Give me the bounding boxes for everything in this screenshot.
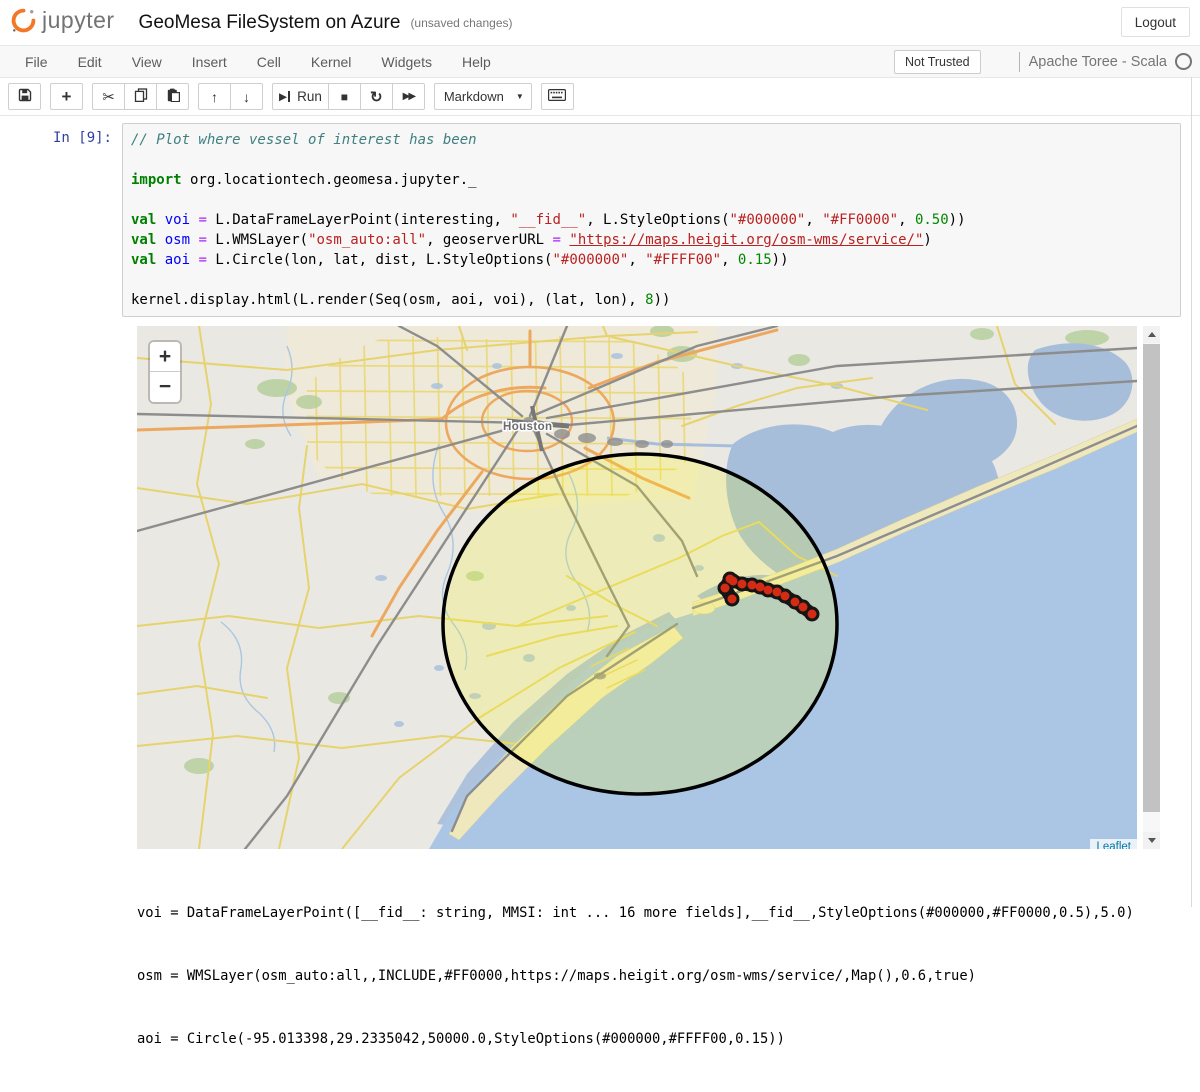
logout-button[interactable]: Logout: [1121, 7, 1190, 37]
not-trusted-badge[interactable]: Not Trusted: [894, 50, 981, 74]
menu-bar: File Edit View Insert Cell Kernel Widget…: [0, 45, 1200, 78]
menu-cell[interactable]: Cell: [242, 54, 296, 70]
menu-edit[interactable]: Edit: [63, 54, 117, 70]
aoi-circle: [443, 454, 837, 794]
notebook-title[interactable]: GeoMesa FileSystem on Azure: [139, 12, 401, 34]
command-palette-button[interactable]: [541, 83, 574, 110]
zoom-out-button[interactable]: −: [150, 372, 180, 402]
output-area: Houston + − Leaflet: [137, 326, 1200, 849]
restart-run-all-button[interactable]: ▶ ▶: [392, 83, 425, 110]
fast-forward-icon-2: ▶: [408, 91, 414, 102]
move-cell-down-button[interactable]: ↓: [230, 83, 263, 110]
triangle-up-icon: [1148, 332, 1156, 337]
menu-insert[interactable]: Insert: [177, 54, 242, 70]
run-label: Run: [297, 89, 322, 104]
menu-file[interactable]: File: [10, 54, 63, 70]
menu-widgets[interactable]: Widgets: [366, 54, 447, 70]
add-cell-button[interactable]: +: [50, 83, 83, 110]
code-lines: // Plot where vessel of interest has bee…: [131, 130, 1172, 310]
output-scrollbar[interactable]: [1143, 326, 1160, 849]
menu-right-area: Not Trusted Apache Toree - Scala: [894, 50, 1194, 74]
output-line-3: aoi = Circle(-95.013398,29.2335042,50000…: [137, 1029, 1200, 1050]
zoom-in-button[interactable]: +: [150, 342, 180, 372]
code-cell[interactable]: In [9]: // Plot where vessel of interest…: [0, 123, 1200, 317]
step-forward-icon: ▶: [279, 91, 287, 103]
triangle-down-icon: [1148, 838, 1156, 843]
leaflet-map[interactable]: Houston + − Leaflet: [137, 326, 1137, 849]
kernel-separator: [1019, 52, 1020, 72]
menu-kernel[interactable]: Kernel: [296, 54, 366, 70]
menu-help[interactable]: Help: [447, 54, 506, 70]
houston-label: Houston: [503, 421, 552, 433]
interrupt-kernel-button[interactable]: ■: [328, 83, 361, 110]
leaflet-attribution[interactable]: Leaflet: [1090, 839, 1137, 849]
kernel-name: Apache Toree - Scala: [1029, 54, 1167, 70]
run-cell-button[interactable]: ▶ Run: [272, 83, 329, 110]
code-editor[interactable]: // Plot where vessel of interest has bee…: [122, 123, 1181, 317]
notebook-area: In [9]: // Plot where vessel of interest…: [0, 116, 1200, 1092]
step-forward-bar: [288, 91, 290, 102]
kernel-idle-icon: [1175, 53, 1192, 70]
paste-icon: [166, 88, 180, 105]
restart-icon: ↻: [370, 88, 383, 106]
paste-cell-button[interactable]: [156, 83, 189, 110]
save-button[interactable]: [8, 83, 41, 110]
page-right-divider: [1191, 77, 1192, 907]
plus-icon: +: [62, 87, 72, 107]
toolbar: + ✂ ↑: [0, 78, 1200, 116]
text-output: voi = DataFrameLayerPoint([__fid__: stri…: [137, 861, 1200, 1092]
save-icon: [18, 88, 32, 105]
arrow-up-icon: ↑: [211, 89, 218, 105]
notebook-header: jupyter GeoMesa FileSystem on Azure (uns…: [0, 0, 1200, 45]
copy-icon: [134, 88, 148, 105]
scroll-up-button[interactable]: [1143, 326, 1160, 343]
jupyter-logo-text: jupyter: [42, 7, 115, 34]
stop-icon: ■: [341, 90, 348, 104]
arrow-down-icon: ↓: [243, 89, 250, 105]
output-line-1: voi = DataFrameLayerPoint([__fid__: stri…: [137, 903, 1200, 924]
map-zoom-control: + −: [150, 342, 180, 402]
menu-view[interactable]: View: [117, 54, 177, 70]
cell-type-value: Markdown: [444, 89, 504, 104]
cell-type-dropdown[interactable]: Markdown ▼: [434, 83, 532, 110]
output-line-2: osm = WMSLayer(osm_auto:all,,INCLUDE,#FF…: [137, 966, 1200, 987]
scroll-down-button[interactable]: [1143, 832, 1160, 849]
move-cell-up-button[interactable]: ↑: [198, 83, 231, 110]
map-canvas: Houston: [137, 326, 1137, 849]
jupyter-logo[interactable]: jupyter: [10, 7, 115, 39]
jupyter-logo-icon: [10, 7, 37, 39]
scrollbar-thumb[interactable]: [1143, 344, 1160, 812]
cut-cell-button[interactable]: ✂: [92, 83, 125, 110]
keyboard-icon: [548, 89, 566, 104]
input-prompt: In [9]:: [0, 123, 122, 146]
scissors-icon: ✂: [102, 88, 115, 106]
copy-cell-button[interactable]: [124, 83, 157, 110]
dropdown-caret-icon: ▼: [516, 92, 524, 101]
restart-kernel-button[interactable]: ↻: [360, 83, 393, 110]
checkpoint-status: (unsaved changes): [410, 16, 512, 30]
